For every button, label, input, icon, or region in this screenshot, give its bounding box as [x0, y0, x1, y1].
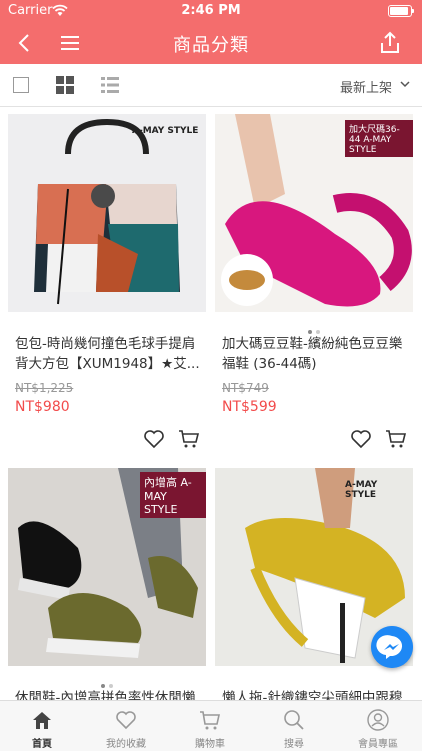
- product-name[interactable]: 休閒鞋-內增高拼色率性休閒懶: [15, 688, 201, 700]
- product-card[interactable]: A-MAY STYLE 包包-時尚幾何撞色毛球手提肩背大方包【XUM1948】★…: [8, 114, 206, 458]
- heart-icon: [116, 711, 136, 730]
- home-icon: [33, 712, 51, 729]
- status-bar: Carrier 2:46 PM: [0, 0, 422, 22]
- product-card[interactable]: 內增高 A-MAY STYLE 休閒鞋-內增高拼色率性休閒懶: [8, 468, 206, 700]
- tab-label: 會員專區: [358, 739, 398, 750]
- cart-icon[interactable]: [385, 429, 407, 449]
- messenger-icon[interactable]: [371, 626, 413, 668]
- brand-badge: A-MAY STYLE: [345, 480, 378, 500]
- list-view-icon[interactable]: [101, 76, 119, 94]
- cart-icon[interactable]: [178, 429, 200, 449]
- battery-icon: [388, 5, 414, 17]
- tab-member[interactable]: 會員專區: [336, 701, 420, 751]
- tab-label: 首頁: [32, 739, 52, 750]
- product-name[interactable]: 加大碼豆豆鞋-繽紛純色豆豆樂福鞋 (36-44碼)【XH322818...: [222, 334, 408, 374]
- sale-price: NT$599: [222, 399, 277, 415]
- tab-favorites[interactable]: 我的收藏: [84, 701, 168, 751]
- product-image[interactable]: [8, 114, 206, 312]
- nav-bar: 商品分類: [0, 22, 422, 64]
- insole-badge: 內增高 A-MAY STYLE: [140, 472, 206, 518]
- tab-label: 購物車: [195, 739, 225, 750]
- tab-label: 搜尋: [284, 739, 304, 750]
- heart-icon[interactable]: [143, 429, 165, 449]
- chevron-down-icon[interactable]: [400, 80, 410, 88]
- brand-badge: A-MAY STYLE: [132, 126, 199, 136]
- original-price: NT$749: [222, 381, 269, 395]
- sort-dropdown[interactable]: 最新上架: [340, 77, 392, 96]
- tab-label: 我的收藏: [106, 739, 146, 750]
- filter-toolbar: 最新上架: [0, 64, 422, 107]
- tab-bar: 首頁 我的收藏 購物車 搜尋 會員專區: [0, 700, 422, 751]
- grid-view-icon[interactable]: [56, 76, 74, 94]
- product-card[interactable]: 加大尺碼36-44 A-MAY STYLE 加大碼豆豆鞋-繽紛純色豆豆樂福鞋 (…: [215, 114, 413, 458]
- product-name[interactable]: 懶人拖-針織鏤空尖頭細中跟穆: [222, 688, 408, 700]
- status-time: 2:46 PM: [181, 3, 241, 18]
- select-all-checkbox[interactable]: [13, 77, 29, 93]
- tab-search[interactable]: 搜尋: [252, 701, 336, 751]
- share-icon[interactable]: [376, 29, 404, 57]
- size-badge: 加大尺碼36-44 A-MAY STYLE: [345, 120, 413, 157]
- product-name[interactable]: 包包-時尚幾何撞色毛球手提肩背大方包【XUM1948】★艾...: [15, 334, 201, 374]
- heart-icon[interactable]: [350, 429, 372, 449]
- search-icon: [284, 710, 304, 730]
- sale-price: NT$980: [15, 399, 70, 415]
- cart-icon: [200, 711, 220, 730]
- page-title: 商品分類: [173, 35, 249, 56]
- tab-cart[interactable]: 購物車: [168, 701, 252, 751]
- original-price: NT$1,225: [15, 381, 74, 395]
- user-icon: [367, 709, 389, 731]
- tab-home[interactable]: 首頁: [0, 701, 84, 751]
